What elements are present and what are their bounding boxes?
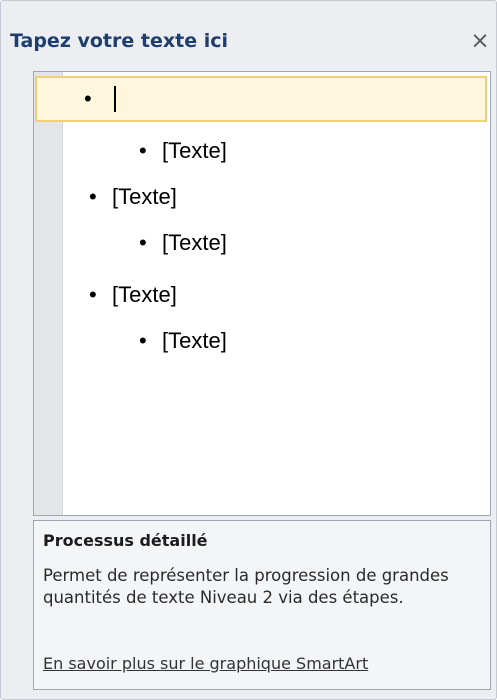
bullet-item-3[interactable]: • [Texte] (34, 174, 490, 220)
bullet-item-2[interactable]: • [Texte] (34, 128, 490, 174)
bullet-editor[interactable]: • • [Texte] • [Texte] • [Texte] • [Texte… (33, 71, 491, 516)
bullet-item-text[interactable]: [Texte] (162, 318, 227, 364)
bullet-icon: • (139, 328, 147, 353)
bullet-item-text[interactable]: [Texte] (112, 272, 177, 318)
bullet-icon: • (89, 184, 97, 209)
close-icon[interactable]: × (467, 27, 493, 55)
layout-name: Processus détaillé (43, 531, 208, 550)
bullet-icon: • (84, 86, 92, 111)
bullet-icon: • (89, 282, 97, 307)
bullet-item-text[interactable]: [Texte] (162, 128, 227, 174)
text-pane-title: Tapez votre texte ici (10, 30, 228, 52)
bullet-item-4[interactable]: • [Texte] (34, 220, 490, 266)
bullet-item-text[interactable]: [Texte] (112, 174, 177, 220)
bullet-item-5[interactable]: • [Texte] (34, 272, 490, 318)
bullet-item-text[interactable]: [Texte] (162, 220, 227, 266)
bullet-item-6[interactable]: • [Texte] (34, 318, 490, 364)
smartart-help-link[interactable]: En savoir plus sur le graphique SmartArt (43, 654, 368, 673)
text-caret (114, 86, 116, 112)
bullet-item-1[interactable]: • (35, 76, 487, 122)
bullet-icon: • (139, 230, 147, 255)
layout-description-box: Processus détaillé Permet de représenter… (33, 520, 491, 690)
text-pane: Tapez votre texte ici × • • [Texte] • [T… (0, 0, 497, 700)
text-pane-header: Tapez votre texte ici × (1, 1, 496, 71)
layout-description: Permet de représenter la progression de … (43, 566, 449, 607)
bullet-icon: • (139, 138, 147, 163)
